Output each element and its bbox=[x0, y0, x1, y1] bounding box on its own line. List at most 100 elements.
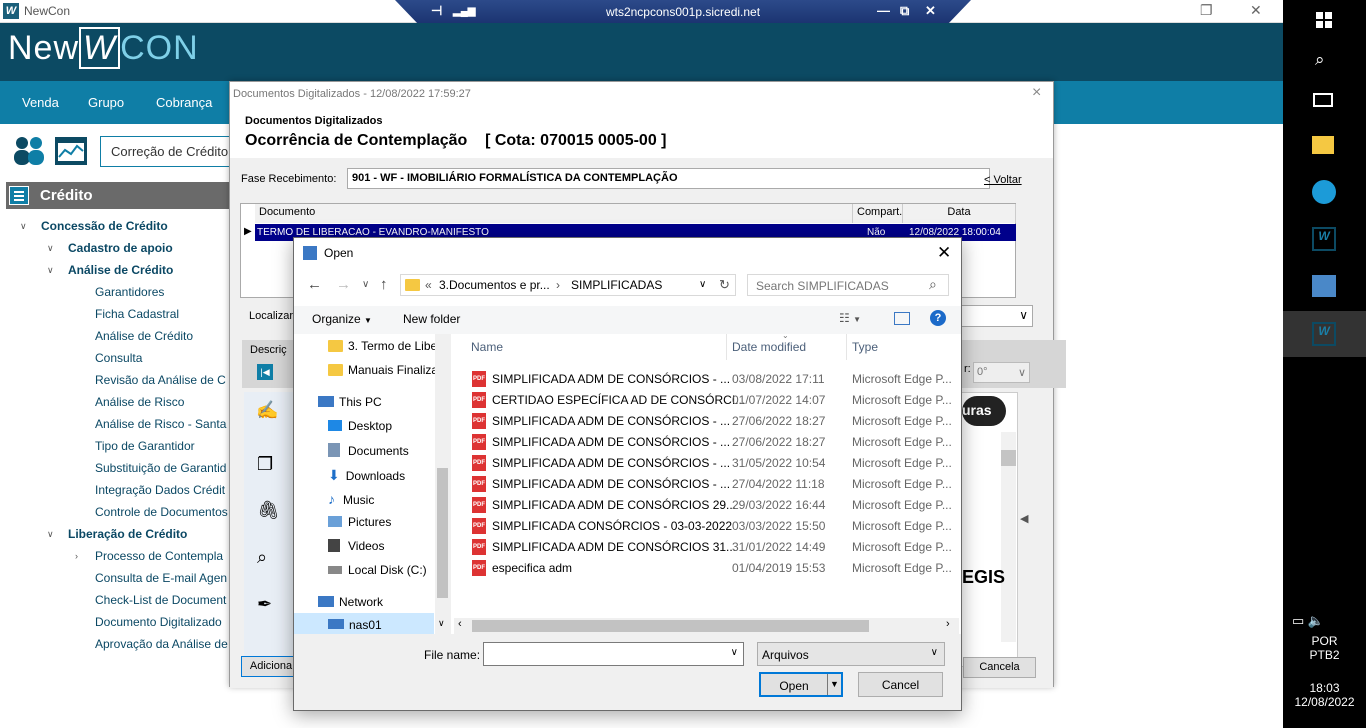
nav-videos[interactable]: Videos bbox=[328, 539, 384, 553]
restore-icon[interactable]: ❐ bbox=[1200, 2, 1213, 19]
file-row[interactable]: PDF SIMPLIFICADA ADM DE CONSÓRCIOS - ... 2… bbox=[454, 431, 954, 452]
open-split-arrow-icon[interactable]: ▼ bbox=[827, 674, 841, 695]
tree-item[interactable]: Substituição de Garantid bbox=[95, 461, 229, 475]
tree-liberacao-credito[interactable]: Liberação de Crédito bbox=[68, 527, 187, 541]
zoom-select[interactable]: 0° ∨ bbox=[973, 362, 1030, 383]
tree-concessao[interactable]: Concessão de Crédito bbox=[41, 219, 168, 233]
newcon-taskbar-icon[interactable]: W bbox=[1312, 227, 1336, 251]
file-row[interactable]: PDF SIMPLIFICADA CONSÓRCIOS - 03-03-2022 0… bbox=[454, 515, 954, 536]
close-icon[interactable]: × bbox=[1032, 84, 1041, 102]
col-type[interactable]: Type bbox=[852, 340, 878, 354]
chevron-down-icon[interactable]: ∨ bbox=[47, 243, 54, 254]
new-folder-button[interactable]: New folder bbox=[403, 312, 460, 326]
organize-menu[interactable]: Organize ▼ bbox=[312, 312, 372, 326]
network-status-icon[interactable]: ▭ 🔈 bbox=[1292, 613, 1324, 629]
chevron-left-icon[interactable]: ‹ bbox=[458, 618, 462, 630]
sign-icon[interactable]: ✒ bbox=[257, 594, 272, 615]
back-arrow-icon[interactable]: ← bbox=[307, 276, 322, 293]
voltar-link[interactable]: < Voltar bbox=[984, 174, 1022, 186]
chevron-down-icon[interactable]: ∨ bbox=[699, 279, 706, 290]
nav-desktop[interactable]: Desktop bbox=[328, 419, 392, 433]
file-row[interactable]: PDF SIMPLIFICADA ADM DE CONSÓRCIOS 29... 2… bbox=[454, 494, 954, 515]
chevron-right-icon[interactable]: › bbox=[946, 618, 950, 630]
caret-left-icon[interactable]: ◀ bbox=[1020, 512, 1028, 525]
help-icon[interactable]: ? bbox=[930, 310, 946, 326]
nav-local-disk[interactable]: Local Disk (C:) bbox=[328, 563, 427, 577]
h-scroll-thumb[interactable] bbox=[472, 620, 869, 632]
close-icon[interactable]: ✕ bbox=[925, 3, 936, 19]
up-arrow-icon[interactable]: ↑ bbox=[380, 276, 388, 293]
nav-folder[interactable]: 3. Termo de Libe bbox=[328, 339, 437, 353]
attachment-icon[interactable]: 🖇 bbox=[257, 500, 280, 521]
chevron-down-icon[interactable]: ∨ bbox=[438, 618, 445, 629]
search-icon[interactable]: ⌕ bbox=[929, 276, 937, 293]
nav-music[interactable]: ♪ Music bbox=[328, 491, 374, 507]
address-bar[interactable]: « 3.Documentos e pr... › SIMPLIFICADAS ∨… bbox=[400, 274, 736, 296]
search-box[interactable]: Search SIMPLIFICADAS ⌕ bbox=[747, 274, 949, 296]
preview-pane-icon[interactable] bbox=[894, 312, 910, 325]
filename-input[interactable]: ∨ bbox=[483, 642, 744, 666]
nav-downloads[interactable]: ⬇ Downloads bbox=[328, 467, 405, 484]
newcon-taskbar-icon[interactable]: W bbox=[1312, 322, 1336, 346]
file-row[interactable]: PDF SIMPLIFICADA ADM DE CONSÓRCIOS - ... 2… bbox=[454, 473, 954, 494]
tree-item[interactable]: Processo de Contempla bbox=[95, 549, 229, 563]
tree-item[interactable]: Check-List de Document bbox=[95, 593, 229, 607]
clock[interactable]: 18:03 12/08/2022 bbox=[1283, 681, 1366, 709]
col-data[interactable]: Data bbox=[903, 204, 1016, 223]
task-view-icon[interactable] bbox=[1313, 93, 1333, 107]
localizar-dropdown[interactable]: ∨ bbox=[955, 305, 1033, 327]
file-row[interactable]: PDF SIMPLIFICADA ADM DE CONSÓRCIOS - ... 0… bbox=[454, 368, 954, 389]
chart-report-icon[interactable] bbox=[54, 135, 88, 167]
file-row[interactable]: PDF CERTIDAO ESPECÍFICA AD DE CONSÓRCI...… bbox=[454, 389, 954, 410]
nav-pictures[interactable]: Pictures bbox=[328, 515, 391, 529]
tree-item[interactable]: Garantidores bbox=[95, 285, 229, 299]
tree-item[interactable]: Consulta de E-mail Agen bbox=[95, 571, 229, 585]
file-row[interactable]: PDF SIMPLIFICADA ADM DE CONSÓRCIOS 31... 3… bbox=[454, 536, 954, 557]
search-input[interactable]: Search SIMPLIFICADAS bbox=[756, 279, 889, 293]
col-compart[interactable]: Compart. bbox=[853, 204, 903, 223]
nav-scroll-thumb[interactable] bbox=[437, 468, 448, 598]
breadcrumb-item[interactable]: 3.Documentos e pr... bbox=[439, 278, 550, 292]
restore-icon[interactable]: ⧉ bbox=[900, 3, 909, 19]
adicionar-button[interactable]: Adiciona bbox=[241, 656, 301, 677]
tree-item[interactable]: Controle de Documentos bbox=[95, 505, 229, 519]
close-icon[interactable]: ✕ bbox=[1250, 2, 1262, 19]
tree-item[interactable]: Ficha Cadastral bbox=[95, 307, 229, 321]
fase-field[interactable]: 901 - WF - IMOBILIÁRIO FORMALÍSTICA DA C… bbox=[347, 168, 990, 189]
nav-network[interactable]: Network bbox=[318, 595, 383, 609]
tree-item[interactable]: Documento Digitalizado bbox=[95, 615, 229, 629]
search-icon[interactable]: ⌕ bbox=[1315, 50, 1325, 70]
cancel-button[interactable]: Cancel bbox=[858, 672, 943, 697]
file-row[interactable]: PDF SIMPLIFICADA ADM DE CONSÓRCIOS - ... 2… bbox=[454, 410, 954, 431]
correcao-credito-button[interactable]: Correção de Crédito bbox=[100, 136, 240, 167]
tree-item[interactable]: Análise de Crédito bbox=[95, 329, 229, 343]
pdf-action-button[interactable]: uras bbox=[962, 396, 1006, 426]
chevron-down-icon[interactable]: ∨ bbox=[362, 279, 369, 290]
chevron-down-icon[interactable]: ∨ bbox=[20, 221, 27, 232]
chevron-down-icon[interactable]: ∨ bbox=[47, 265, 54, 276]
edge-browser-icon[interactable] bbox=[1312, 180, 1336, 204]
nav-documents[interactable]: Documents bbox=[328, 443, 409, 458]
cancela-button[interactable]: Cancela bbox=[963, 657, 1036, 678]
tree-item[interactable]: Tipo de Garantidor bbox=[95, 439, 229, 453]
search-icon[interactable]: ⌕ bbox=[257, 547, 267, 568]
col-name[interactable]: Name bbox=[471, 340, 503, 354]
first-page-icon[interactable]: |◀ bbox=[257, 364, 273, 380]
file-type-select[interactable]: Arquivos ∨ bbox=[757, 642, 945, 666]
tree-item[interactable]: Consulta bbox=[95, 351, 229, 365]
nav-nas01[interactable]: nas01 bbox=[328, 618, 382, 632]
breadcrumb-item[interactable]: SIMPLIFICADAS bbox=[571, 278, 662, 292]
signature-icon[interactable]: ✍ bbox=[256, 400, 278, 421]
col-documento[interactable]: Documento bbox=[255, 204, 853, 223]
file-row[interactable]: PDF especifica adm 01/04/2019 15:53 Microso… bbox=[454, 557, 954, 578]
forward-arrow-icon[interactable]: → bbox=[336, 276, 351, 293]
copy-icon[interactable]: ❐ bbox=[257, 454, 273, 475]
refresh-icon[interactable]: ↻ bbox=[719, 277, 730, 293]
tree-item[interactable]: Revisão da Análise de C bbox=[95, 373, 229, 387]
tree-cadastro-apoio[interactable]: Cadastro de apoio bbox=[68, 241, 173, 255]
tree-item[interactable]: Integração Dados Crédit bbox=[95, 483, 229, 497]
view-options-icon[interactable]: ☷ ▼ bbox=[839, 311, 861, 325]
tree-item[interactable]: Análise de Risco - Santa bbox=[95, 417, 229, 431]
tree-item[interactable]: Análise de Risco bbox=[95, 395, 229, 409]
chevron-right-icon[interactable]: › bbox=[75, 551, 78, 561]
